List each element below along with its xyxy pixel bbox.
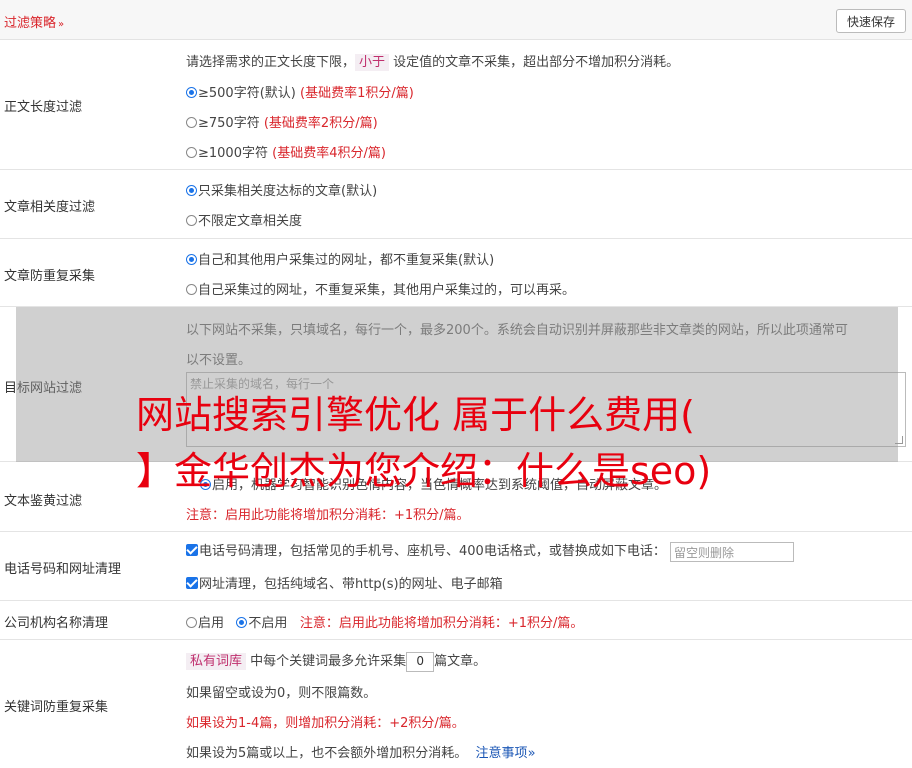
- radio-icon[interactable]: [186, 617, 197, 628]
- org-disable-option[interactable]: 不启用: [236, 616, 287, 631]
- length-option-1000[interactable]: ≥1000字符 (基础费率4积分/篇): [186, 142, 386, 161]
- private-lexicon-chip[interactable]: 私有词库: [186, 653, 247, 670]
- dedupe-label: 文章防重复采集: [4, 269, 96, 284]
- keyword-dedupe-line-3: 如果设为1-4篇，则增加积分消耗：+2积分/篇。: [186, 716, 465, 731]
- watermark-overlay: [16, 307, 898, 462]
- checkbox-checked-icon[interactable]: [186, 544, 198, 556]
- radio-icon[interactable]: [186, 215, 197, 226]
- keyword-dedupe-line-1: 私有词库 中每个关键词最多允许采集 0 篇文章。: [186, 650, 486, 672]
- replacement-phone-input[interactable]: 留空则删除: [669, 541, 794, 562]
- row-phone-cleanup: 电话号码和网址清理 电话号码清理，包括常见的手机号、座机号、400电话格式，或替…: [0, 532, 912, 601]
- org-enable-option[interactable]: 启用: [186, 616, 224, 631]
- row-length-filter: 正文长度过滤 请选择需求的正文长度下限， 小于 设定值的文章不采集，超出部分不增加…: [0, 40, 912, 170]
- phone-cleanup-label: 电话号码和网址清理: [4, 562, 122, 577]
- relevance-label: 文章相关度过滤: [4, 200, 96, 215]
- length-filter-desc: 请选择需求的正文长度下限， 小于 设定值的文章不采集，超出部分不增加积分消耗。: [186, 54, 680, 71]
- page-header: 过滤策略» 快速保存: [0, 0, 912, 40]
- relevance-option-unlimited[interactable]: 不限定文章相关度: [186, 210, 302, 229]
- chevron-down-icon: »: [58, 19, 65, 30]
- radio-icon[interactable]: [236, 617, 248, 628]
- keyword-dedupe-line-4: 如果设为5篇或以上，也不会额外增加积分消耗。 注意事项»: [186, 746, 536, 761]
- radio-icon[interactable]: [186, 185, 197, 196]
- url-cleanup-option[interactable]: 网址清理，包括纯域名、带http(s)的网址、电子邮箱: [186, 573, 503, 592]
- porn-filter-note: 注意：启用此功能将增加积分消耗：+1积分/篇。: [186, 508, 470, 523]
- length-filter-label: 正文长度过滤: [4, 100, 83, 115]
- dedupe-option-all[interactable]: 自己和其他用户采集过的网址，都不重复采集(默认): [186, 249, 494, 268]
- length-option-500[interactable]: ≥500字符(默认) (基础费率1积分/篇): [186, 82, 414, 101]
- org-cleanup-note: 注意：启用此功能将增加积分消耗：+1积分/篇。: [299, 616, 584, 631]
- row-dedupe: 文章防重复采集 自己和其他用户采集过的网址，都不重复采集(默认) 自己采集过的网…: [0, 239, 912, 307]
- radio-icon[interactable]: [186, 147, 197, 158]
- phone-cleanup-option[interactable]: 电话号码清理，包括常见的手机号、座机号、400电话格式，或替换成如下电话： 留空…: [186, 540, 794, 562]
- radio-icon[interactable]: [186, 284, 197, 295]
- relevance-option-qualified[interactable]: 只采集相关度达标的文章(默认): [186, 180, 377, 199]
- quick-save-button[interactable]: 快速保存: [836, 9, 906, 33]
- keyword-dedupe-label: 关键词防重复采集: [4, 700, 109, 715]
- org-cleanup-options: 启用 不启用 注意：启用此功能将增加积分消耗：+1积分/篇。: [186, 612, 583, 631]
- org-cleanup-label: 公司机构名称清理: [4, 616, 109, 631]
- row-relevance: 文章相关度过滤 只采集相关度达标的文章(默认) 不限定文章相关度: [0, 170, 912, 239]
- row-org-cleanup: 公司机构名称清理 启用 不启用 注意：启用此功能将增加积分消耗：+1积分/篇。: [0, 601, 912, 640]
- radio-icon[interactable]: [186, 87, 197, 98]
- notes-link[interactable]: 注意事项»: [476, 746, 536, 761]
- watermark-title-line-1: 网站搜索引擎优化 属于什么费用(: [136, 393, 695, 437]
- chevron-down-icon: »: [527, 746, 536, 761]
- row-keyword-dedupe: 关键词防重复采集 私有词库 中每个关键词最多允许采集 0 篇文章。 如果留空或设为0…: [0, 640, 912, 768]
- radio-icon[interactable]: [186, 117, 197, 128]
- dedupe-option-self[interactable]: 自己采集过的网址，不重复采集，其他用户采集过的，可以再采。: [186, 279, 575, 298]
- watermark-title-line-2: 】金华创杰为您介绍：什么是seo): [136, 449, 712, 493]
- max-articles-input[interactable]: 0: [406, 651, 435, 672]
- filter-strategy-title[interactable]: 过滤策略»: [4, 12, 64, 31]
- radio-icon[interactable]: [186, 254, 197, 265]
- porn-filter-label: 文本鉴黄过滤: [4, 494, 83, 509]
- keyword-dedupe-line-2: 如果留空或设为0，则不限篇数。: [186, 686, 377, 701]
- checkbox-checked-icon[interactable]: [186, 577, 198, 589]
- less-than-chip: 小于: [355, 54, 390, 71]
- length-option-750[interactable]: ≥750字符 (基础费率2积分/篇): [186, 112, 378, 131]
